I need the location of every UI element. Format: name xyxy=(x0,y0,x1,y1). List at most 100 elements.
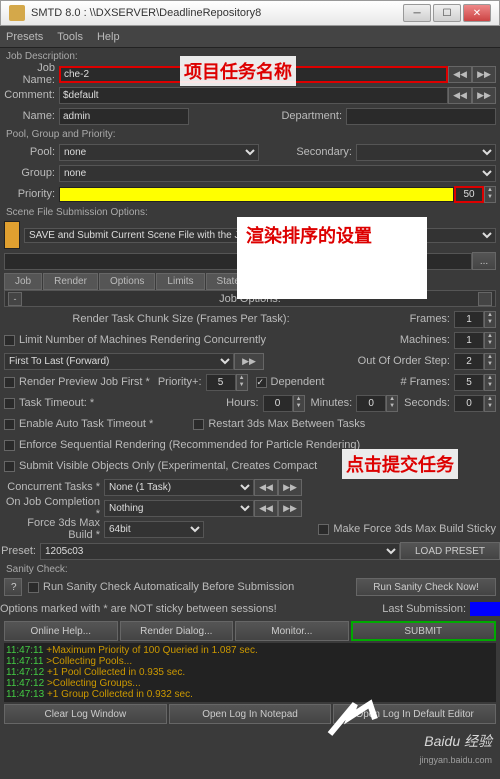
menu-bar: Presets Tools Help xyxy=(0,26,500,48)
spin-buttons[interactable]: ▲▼ xyxy=(236,374,248,391)
spin-buttons[interactable]: ▲▼ xyxy=(484,395,496,412)
spin-buttons[interactable]: ▲▼ xyxy=(484,332,496,349)
order-play-button[interactable]: ▶▶ xyxy=(234,353,264,370)
submit-button[interactable]: SUBMIT xyxy=(351,621,496,641)
render-dialog-button[interactable]: Render Dialog... xyxy=(120,621,234,641)
collapse-button[interactable]: - xyxy=(8,292,22,306)
spin-buttons[interactable]: ▲▼ xyxy=(484,374,496,391)
make-sticky-checkbox[interactable] xyxy=(318,524,329,535)
spin-buttons[interactable]: ▲▼ xyxy=(484,353,496,370)
browse-button[interactable]: ... xyxy=(472,252,496,270)
log-line: 11:47:11 >Collecting Pools... xyxy=(6,656,494,667)
main-buttons-row: Online Help... Render Dialog... Monitor.… xyxy=(4,621,496,641)
sanity-auto-checkbox[interactable] xyxy=(28,582,39,593)
maximize-button[interactable]: ☐ xyxy=(433,4,461,22)
preset-select[interactable]: 1205c03 xyxy=(40,543,400,560)
monitor-button[interactable]: Monitor... xyxy=(235,621,349,641)
tab-limits[interactable]: Limits xyxy=(156,273,204,290)
machines-spinner[interactable] xyxy=(454,332,484,349)
limit-machines-label: Limit Number of Machines Rendering Concu… xyxy=(19,334,400,346)
jobname-next-button[interactable]: ▶▶ xyxy=(472,66,496,83)
enforce-seq-checkbox[interactable] xyxy=(4,440,15,451)
make-sticky-label: Make Force 3ds Max Build Sticky xyxy=(333,523,496,535)
restart-3ds-checkbox[interactable] xyxy=(193,419,204,430)
order-select[interactable]: First To Last (Forward) xyxy=(4,353,234,370)
pool-select[interactable]: none xyxy=(59,144,259,161)
task-timeout-label: Task Timeout: * xyxy=(19,397,94,409)
frames-spinner[interactable] xyxy=(454,311,484,328)
log-line: 11:47:11 +Maximum Priority of 100 Querie… xyxy=(6,645,494,656)
dept-label: Department: xyxy=(189,110,346,122)
group-select[interactable]: none xyxy=(59,165,496,182)
section-menu-button[interactable] xyxy=(478,292,492,306)
annotation-jobname: 项目任务名称 xyxy=(180,56,296,86)
preset-label: Preset: xyxy=(0,545,40,557)
name-input[interactable] xyxy=(59,108,189,125)
comment-next-button[interactable]: ▶▶ xyxy=(472,87,496,104)
priority-spin-buttons[interactable]: ▲▼ xyxy=(484,186,496,203)
task-timeout-checkbox[interactable] xyxy=(4,398,15,409)
dependent-label: Dependent xyxy=(271,376,325,388)
priorityplus-label: Priority+: xyxy=(158,376,206,388)
hashframes-spinner[interactable] xyxy=(454,374,484,391)
tab-job[interactable]: Job xyxy=(4,273,42,290)
online-help-button[interactable]: Online Help... xyxy=(4,621,118,641)
spin-buttons[interactable]: ▲▼ xyxy=(386,395,398,412)
restart-3ds-label: Restart 3ds Max Between Tasks xyxy=(208,418,365,430)
enable-auto-checkbox[interactable] xyxy=(4,419,15,430)
concurrent-prev-button[interactable]: ◀◀ xyxy=(254,479,278,496)
priority-spinner[interactable] xyxy=(454,186,484,203)
close-button[interactable]: ✕ xyxy=(463,4,491,22)
hours-spinner[interactable] xyxy=(263,395,293,412)
forcebuild-label: Force 3ds Max Build * xyxy=(4,517,104,541)
concurrent-select[interactable]: None (1 Task) xyxy=(104,479,254,496)
spin-buttons[interactable]: ▲▼ xyxy=(484,311,496,328)
outoforder-spinner[interactable] xyxy=(454,353,484,370)
dependent-checkbox[interactable] xyxy=(256,377,267,388)
hashframes-label: # Frames: xyxy=(400,376,454,388)
run-sanity-button[interactable]: Run Sanity Check Now! xyxy=(356,578,496,596)
oncomplete-select[interactable]: Nothing xyxy=(104,500,254,517)
window-title: SMTD 8.0 : \\DXSERVER\DeadlineRepository… xyxy=(31,7,403,19)
seconds-spinner[interactable] xyxy=(454,395,484,412)
scene-color-chip[interactable] xyxy=(4,221,20,249)
secondary-label: Secondary: xyxy=(259,146,356,158)
jobname-label: Job Name: xyxy=(4,62,59,86)
minutes-spinner[interactable] xyxy=(356,395,386,412)
menu-presets[interactable]: Presets xyxy=(6,31,43,43)
annotation-priority: 渲染排序的设置 xyxy=(242,220,376,250)
oncomplete-prev-button[interactable]: ◀◀ xyxy=(254,500,278,517)
title-bar: SMTD 8.0 : \\DXSERVER\DeadlineRepository… xyxy=(0,0,500,26)
tab-options[interactable]: Options xyxy=(99,273,155,290)
dept-input[interactable] xyxy=(346,108,496,125)
priorityplus-spinner[interactable] xyxy=(206,374,236,391)
sanity-help-button[interactable]: ? xyxy=(4,578,22,596)
log-line: 11:47:13 +1 Group Collected in 0.932 sec… xyxy=(6,689,494,700)
app-icon xyxy=(9,5,25,21)
secondary-select[interactable] xyxy=(356,144,496,161)
clear-log-button[interactable]: Clear Log Window xyxy=(4,704,167,724)
priority-slider[interactable] xyxy=(59,187,454,202)
open-notepad-button[interactable]: Open Log In Notepad xyxy=(169,704,332,724)
bottom-buttons-row: Clear Log Window Open Log In Notepad Ope… xyxy=(4,704,496,724)
menu-tools[interactable]: Tools xyxy=(57,31,83,43)
load-preset-button[interactable]: LOAD PRESET xyxy=(400,542,500,560)
comment-prev-button[interactable]: ◀◀ xyxy=(448,87,472,104)
minimize-button[interactable]: ─ xyxy=(403,4,431,22)
spin-buttons[interactable]: ▲▼ xyxy=(293,395,305,412)
submit-visible-checkbox[interactable] xyxy=(4,461,15,472)
submit-visible-label: Submit Visible Objects Only (Experimenta… xyxy=(19,460,317,472)
menu-help[interactable]: Help xyxy=(97,31,120,43)
forcebuild-select[interactable]: 64bit xyxy=(104,521,204,538)
render-preview-checkbox[interactable] xyxy=(4,377,15,388)
pool-label: Pool: xyxy=(4,146,59,158)
concurrent-next-button[interactable]: ▶▶ xyxy=(278,479,302,496)
tab-render[interactable]: Render xyxy=(43,273,98,290)
limit-machines-checkbox[interactable] xyxy=(4,335,15,346)
comment-input[interactable] xyxy=(59,87,448,104)
hours-label: Hours: xyxy=(226,397,262,409)
jobname-prev-button[interactable]: ◀◀ xyxy=(448,66,472,83)
oncomplete-next-button[interactable]: ▶▶ xyxy=(278,500,302,517)
sanity-auto-label: Run Sanity Check Automatically Before Su… xyxy=(43,581,294,593)
scribble-arrow xyxy=(320,699,380,739)
